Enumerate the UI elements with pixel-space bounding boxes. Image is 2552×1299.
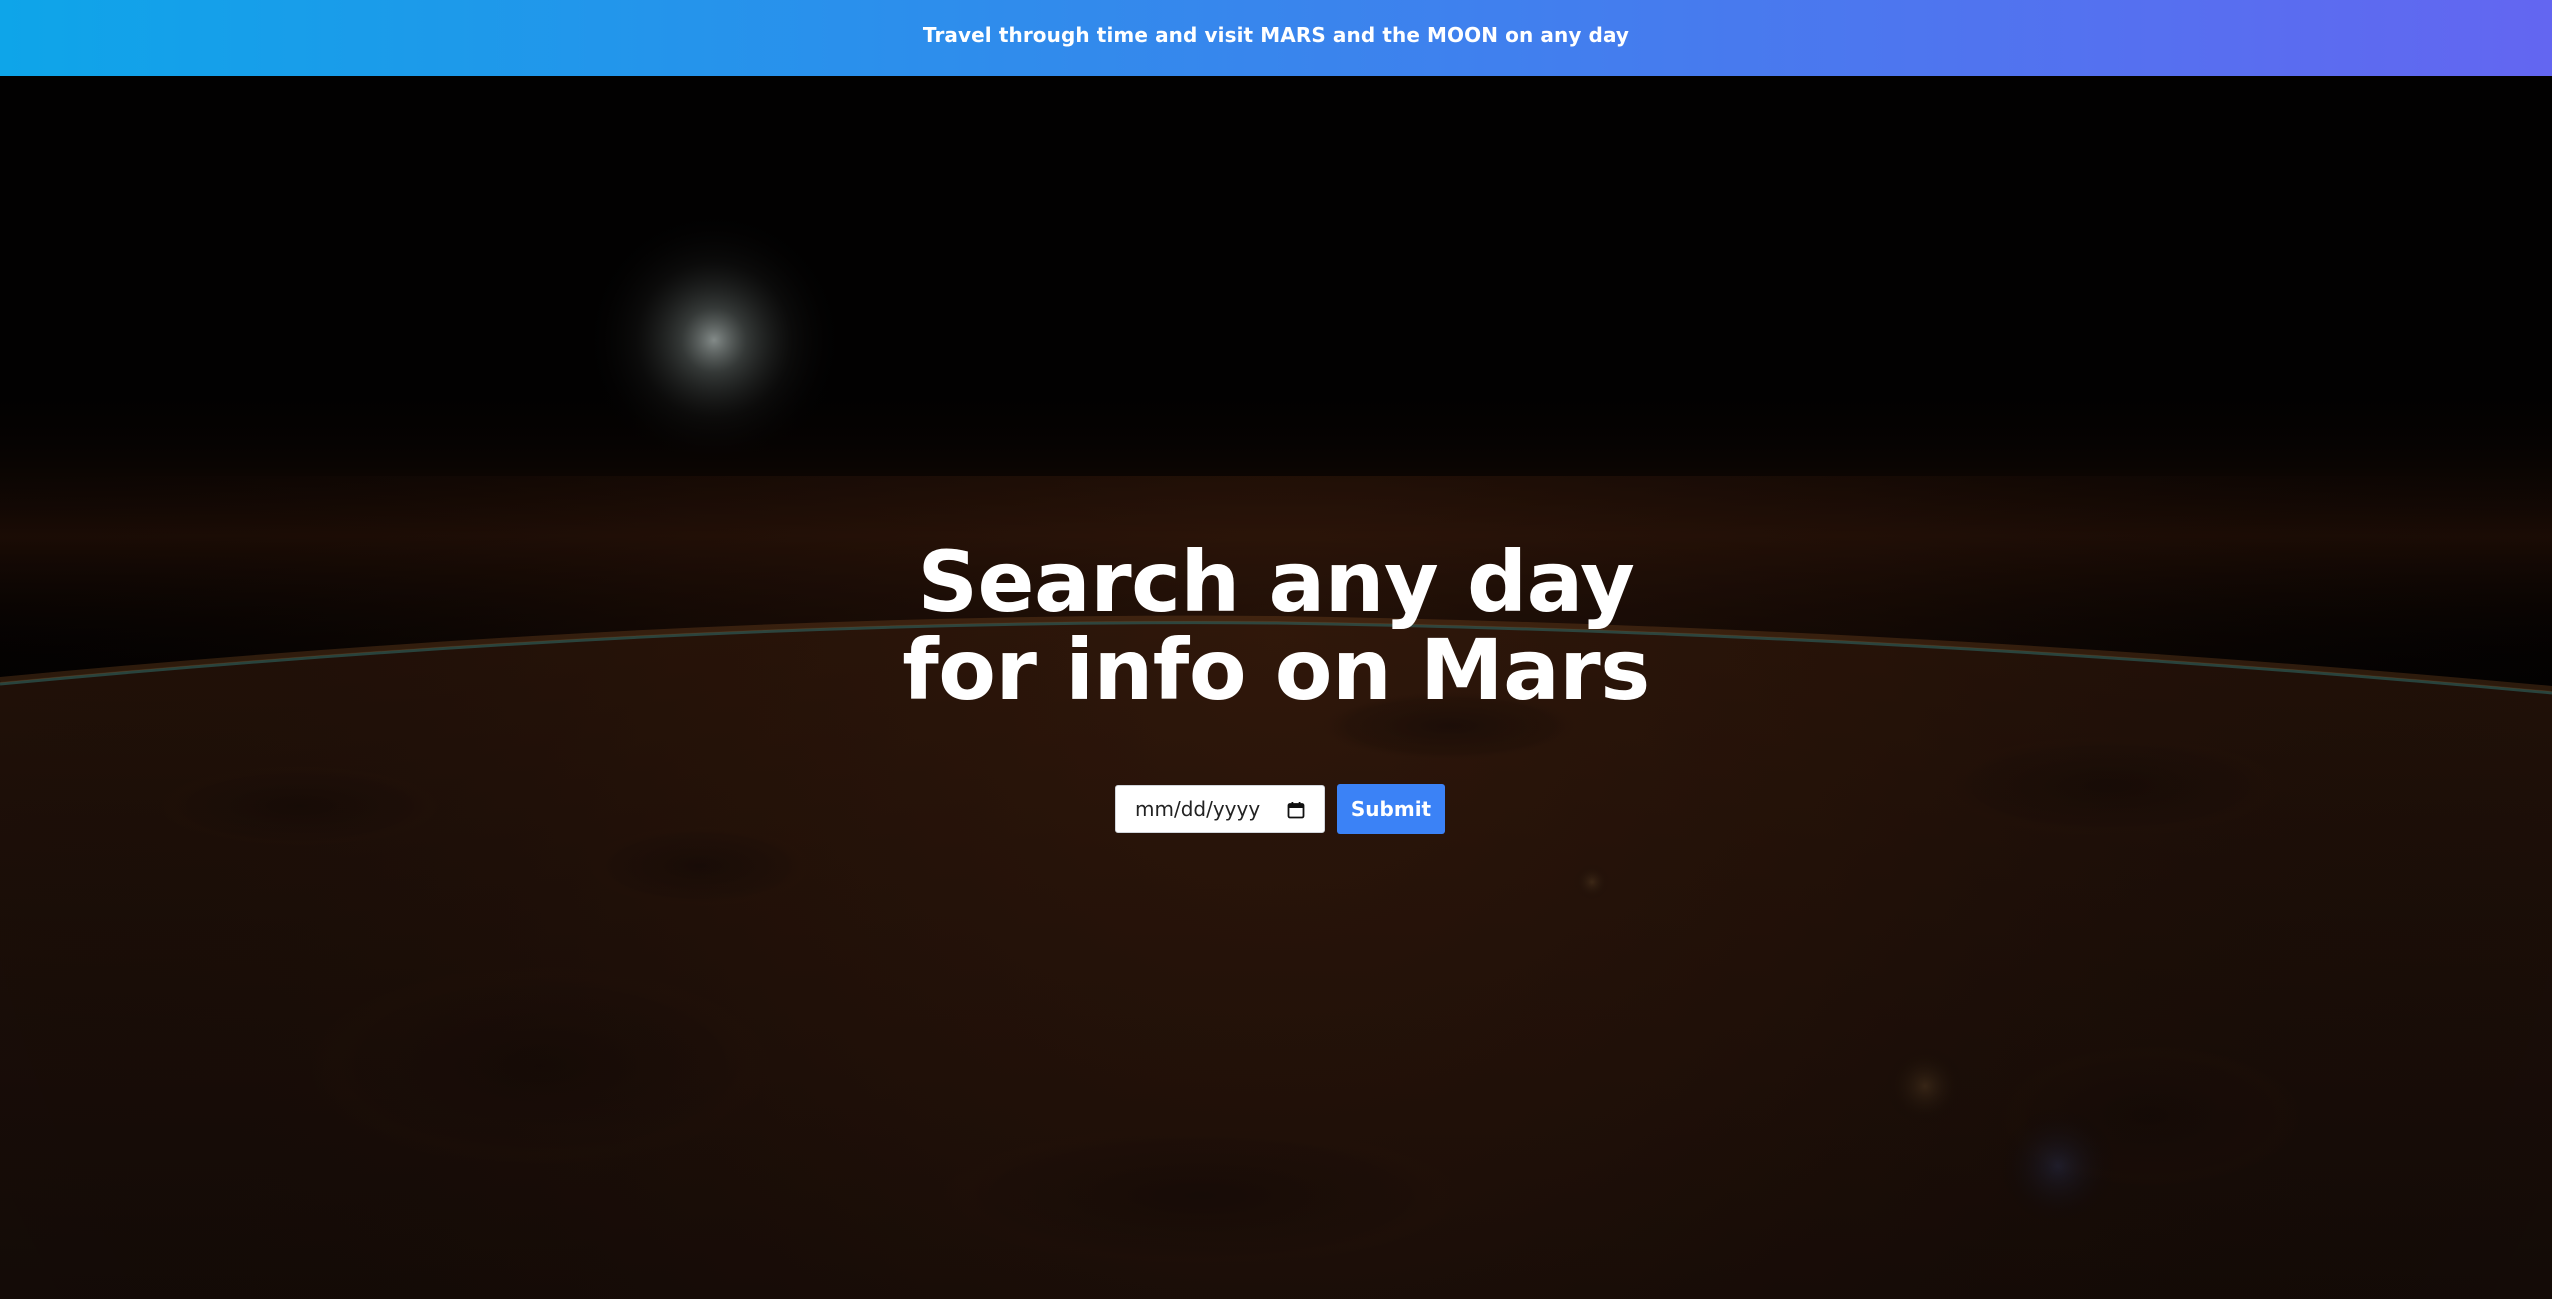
hero-headline: Search any day for info on Mars — [0, 538, 2552, 714]
submit-button[interactable]: Submit — [1337, 784, 1445, 834]
date-placeholder: mm/dd/yyyy — [1135, 797, 1261, 821]
date-search-form: mm/dd/yyyy Submit — [1115, 784, 1445, 834]
headline-line-1: Search any day — [917, 533, 1635, 631]
date-input[interactable]: mm/dd/yyyy — [1115, 785, 1325, 833]
top-banner: Travel through time and visit MARS and t… — [0, 0, 2552, 76]
page: Travel through time and visit MARS and t… — [0, 0, 2552, 1299]
banner-text: Travel through time and visit MARS and t… — [922, 22, 1630, 47]
hero-content: Search any day for info on Mars mm/dd/yy… — [0, 76, 2552, 1299]
calendar-icon[interactable] — [1287, 800, 1305, 819]
headline-line-2: for info on Mars — [902, 621, 1650, 719]
